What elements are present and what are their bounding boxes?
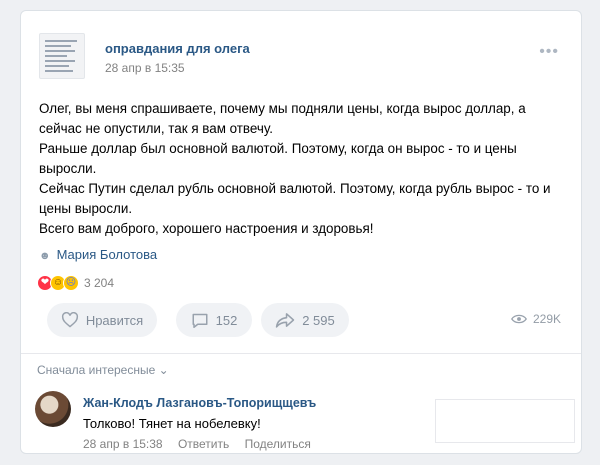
chevron-down-icon: ⌄ (158, 363, 169, 377)
post-text-line: Сейчас Путин сделал рубль основной валют… (39, 181, 551, 196)
person-icon: ☻ (39, 250, 51, 262)
author-name: Мария Болотова (56, 247, 158, 262)
more-icon[interactable]: ••• (539, 43, 559, 61)
post-text-line: Раньше доллар был основной валютой. Поэт… (39, 141, 517, 156)
share-icon (275, 313, 295, 328)
share-comment-link[interactable]: Поделиться (245, 437, 311, 451)
post-text-line: Олег, вы меня спрашиваете, почему мы под… (39, 101, 526, 116)
comment-date[interactable]: 28 апр в 15:38 (83, 437, 163, 451)
like-label: Нравится (85, 312, 144, 328)
comment-meta: 28 апр в 15:38 Ответить Поделиться (83, 437, 323, 451)
post-date[interactable]: 28 апр в 15:35 (105, 61, 185, 75)
comment-avatar[interactable] (35, 391, 71, 427)
divider (21, 353, 581, 354)
comment-text: Толково! Тянет на нобелевку! (83, 416, 261, 431)
post-card: оправдания для олега 28 апр в 15:35 ••• … (20, 10, 582, 454)
reply-link[interactable]: Ответить (178, 437, 229, 451)
post-text-line: выросли. (39, 161, 97, 176)
post-text-line: сейчас не опустили, так я вам отвечу. (39, 121, 273, 136)
share-button[interactable]: 2 595 (261, 303, 349, 337)
post-actions: Нравится 152 2 595 229K (37, 303, 567, 339)
post-text-line: цены выросли. (39, 201, 133, 216)
heart-icon (61, 312, 78, 328)
reactions-count: 3 204 (84, 276, 115, 290)
post-header: оправдания для олега 28 апр в 15:35 ••• (39, 33, 563, 83)
author-signature[interactable]: ☻ Мария Болотова (39, 247, 157, 262)
comment-button[interactable]: 152 (176, 303, 252, 337)
shares-count: 2 595 (302, 312, 335, 328)
comment-author[interactable]: Жан-Клодъ Лазгановъ-Топорищщевъ (83, 396, 316, 410)
cry-reaction-icon: ☹ (63, 275, 79, 291)
comments-count: 152 (215, 312, 238, 328)
reactions-bar[interactable]: ❤ ☺ ☹ 3 204 (37, 272, 114, 294)
post-text: Олег, вы меня спрашиваете, почему мы под… (39, 99, 569, 239)
like-button[interactable]: Нравится (47, 303, 157, 337)
comments-sort-toggle[interactable]: Сначала интересные ⌄ (37, 363, 169, 377)
eye-icon (510, 314, 527, 324)
views-counter: 229K (510, 312, 561, 326)
overlay-box (435, 399, 575, 443)
comment-icon (192, 313, 208, 328)
views-count: 229K (532, 312, 561, 326)
group-name[interactable]: оправдания для олега (105, 41, 250, 56)
sort-label: Сначала интересные (37, 363, 156, 377)
post-text-line: Всего вам доброго, хорошего настроения и… (39, 221, 374, 236)
group-avatar[interactable] (39, 33, 85, 79)
